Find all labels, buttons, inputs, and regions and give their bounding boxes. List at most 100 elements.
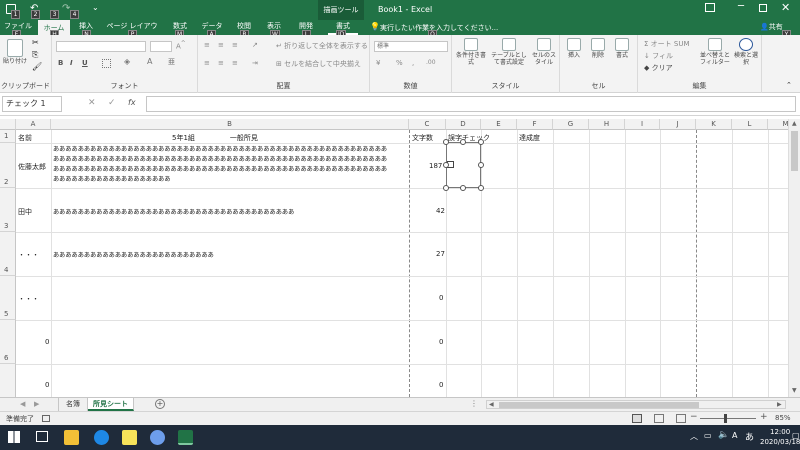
cell-f1[interactable]: 達成度	[519, 133, 540, 143]
scroll-down-icon[interactable]: ▼	[792, 387, 797, 394]
name-box[interactable]: チェック 1	[2, 96, 62, 112]
row-header-5[interactable]: 5	[0, 276, 16, 320]
indent-icon[interactable]: ⇥	[252, 59, 258, 67]
cell-a2[interactable]: 佐藤太郎	[18, 162, 46, 172]
font-size-input[interactable]	[150, 41, 172, 52]
column-header-m[interactable]: M	[768, 119, 788, 130]
resize-handle[interactable]	[443, 139, 449, 145]
cell-a5[interactable]: ・・・	[18, 294, 39, 304]
zoom-out-icon[interactable]: −	[690, 412, 698, 422]
ime-mode-a-icon[interactable]: A	[732, 431, 737, 440]
share-button[interactable]: 👤共有	[760, 22, 783, 32]
grow-font-icon[interactable]: A^	[176, 41, 186, 50]
file-explorer-icon[interactable]	[64, 430, 79, 445]
row-header-4[interactable]: 4	[0, 232, 16, 276]
cancel-icon[interactable]: ✕	[88, 98, 96, 108]
align-top-icon[interactable]: ≡	[204, 41, 210, 49]
align-center-icon[interactable]: ≡	[218, 59, 224, 67]
cell-c6[interactable]: 0	[439, 338, 443, 346]
customize-qat-icon[interactable]: ⌄	[92, 3, 99, 12]
close-icon[interactable]: ✕	[781, 1, 790, 14]
format-painter-icon[interactable]: 🖌	[32, 62, 42, 71]
volume-icon[interactable]: 🔈	[718, 430, 729, 440]
cell-c2[interactable]: 187	[429, 162, 442, 170]
next-sheet-icon[interactable]: ▶	[34, 400, 39, 408]
excel-taskbar-icon[interactable]	[178, 430, 193, 445]
scroll-up-icon[interactable]: ▲	[792, 120, 797, 127]
cell-a4[interactable]: ・・・	[18, 250, 39, 260]
cell-a3[interactable]: 田中	[18, 207, 32, 217]
scroll-left-icon[interactable]: ◀	[489, 401, 494, 408]
column-header-e[interactable]: E	[481, 119, 517, 130]
cell-b4[interactable]: ああああああああああああああああああああああああああ	[53, 250, 214, 259]
formula-input[interactable]	[146, 96, 796, 112]
clear-button[interactable]: ◆ クリア	[644, 63, 673, 73]
horizontal-scrollbar[interactable]: ◀ ▶	[486, 400, 786, 409]
restore-icon[interactable]	[759, 4, 767, 12]
h-scroll-thumb[interactable]	[499, 402, 699, 408]
cut-icon[interactable]: ✂	[32, 38, 39, 47]
edge-icon[interactable]	[94, 430, 109, 445]
resize-handle[interactable]	[443, 162, 449, 168]
paste-button[interactable]: 貼り付け	[3, 39, 27, 65]
number-format-select[interactable]: 標準	[374, 41, 448, 52]
align-middle-icon[interactable]: ≡	[218, 41, 224, 49]
align-right-icon[interactable]: ≡	[232, 59, 238, 67]
notification-icon[interactable]: ▢	[792, 431, 800, 440]
decimal-icon[interactable]: .00	[426, 59, 436, 66]
macro-record-icon[interactable]	[42, 415, 50, 422]
show-hidden-icons[interactable]: ︿	[690, 431, 698, 442]
currency-icon[interactable]: ¥	[376, 59, 380, 67]
normal-view-icon[interactable]	[632, 414, 642, 423]
add-sheet-icon[interactable]: +	[155, 399, 165, 409]
copy-icon[interactable]: ⎘	[32, 50, 38, 60]
format-cells-button[interactable]: 書式	[611, 38, 633, 59]
zoom-slider-thumb[interactable]	[724, 414, 727, 423]
enter-icon[interactable]: ✓	[108, 98, 116, 108]
column-header-d[interactable]: D	[446, 119, 481, 130]
resize-handle[interactable]	[460, 139, 466, 145]
column-header-b[interactable]: B	[51, 119, 409, 130]
resize-handle[interactable]	[478, 162, 484, 168]
fill-button[interactable]: ↓ フィル	[644, 51, 673, 61]
insert-function-icon[interactable]: fx	[128, 98, 136, 107]
cell-a6[interactable]: 0	[45, 338, 49, 346]
zoom-slider[interactable]	[700, 414, 756, 423]
cell-a1[interactable]: 名前	[18, 133, 32, 143]
cell-b2[interactable]: ああああああああああああああああああああああああああああああああああああああああ…	[53, 145, 407, 187]
select-all-corner[interactable]	[0, 119, 16, 130]
page-break-view-icon[interactable]	[676, 414, 686, 423]
autosum-button[interactable]: Σ オート SUM	[644, 39, 690, 49]
font-name-input[interactable]	[56, 41, 146, 52]
align-bottom-icon[interactable]: ≡	[232, 41, 238, 49]
page-layout-view-icon[interactable]	[654, 414, 664, 423]
cell-b3[interactable]: あああああああああああああああああああああああああああああああああああああああ	[53, 207, 294, 216]
column-header-l[interactable]: L	[732, 119, 768, 130]
column-header-j[interactable]: J	[660, 119, 696, 130]
sheet-tab-comments[interactable]: 所見シート	[88, 398, 134, 411]
font-color-icon[interactable]: A	[147, 57, 152, 66]
bold-button[interactable]: B	[58, 59, 63, 67]
row-header-3[interactable]: 3	[0, 188, 16, 232]
comma-icon[interactable]: ,	[412, 59, 414, 67]
wrap-text-button[interactable]: ↵ 折り返して全体を表示する	[276, 41, 368, 51]
resize-handle[interactable]	[478, 139, 484, 145]
border-icon[interactable]	[102, 59, 111, 68]
minimize-icon[interactable]: ─	[738, 1, 744, 12]
row-header-6[interactable]: 6	[0, 320, 16, 364]
column-header-a[interactable]: A	[16, 119, 51, 130]
row-header-7[interactable]: 7	[0, 364, 16, 397]
prev-sheet-icon[interactable]: ◀	[20, 400, 25, 408]
cell-b1[interactable]: 5年1組 一般所見	[172, 133, 258, 143]
task-view-icon[interactable]	[36, 431, 48, 442]
cell-c3[interactable]: 42	[436, 207, 445, 215]
sticky-notes-icon[interactable]	[122, 430, 137, 445]
zoom-level[interactable]: 85%	[775, 414, 791, 422]
column-header-f[interactable]: F	[517, 119, 553, 130]
network-icon[interactable]: ▭	[704, 431, 712, 440]
cell-c4[interactable]: 27	[436, 250, 445, 258]
find-select-button[interactable]: 検索と選択	[732, 38, 760, 66]
scroll-right-icon[interactable]: ▶	[777, 401, 782, 408]
cell-styles-button[interactable]: セルのスタイル	[530, 38, 558, 66]
column-header-h[interactable]: H	[589, 119, 625, 130]
